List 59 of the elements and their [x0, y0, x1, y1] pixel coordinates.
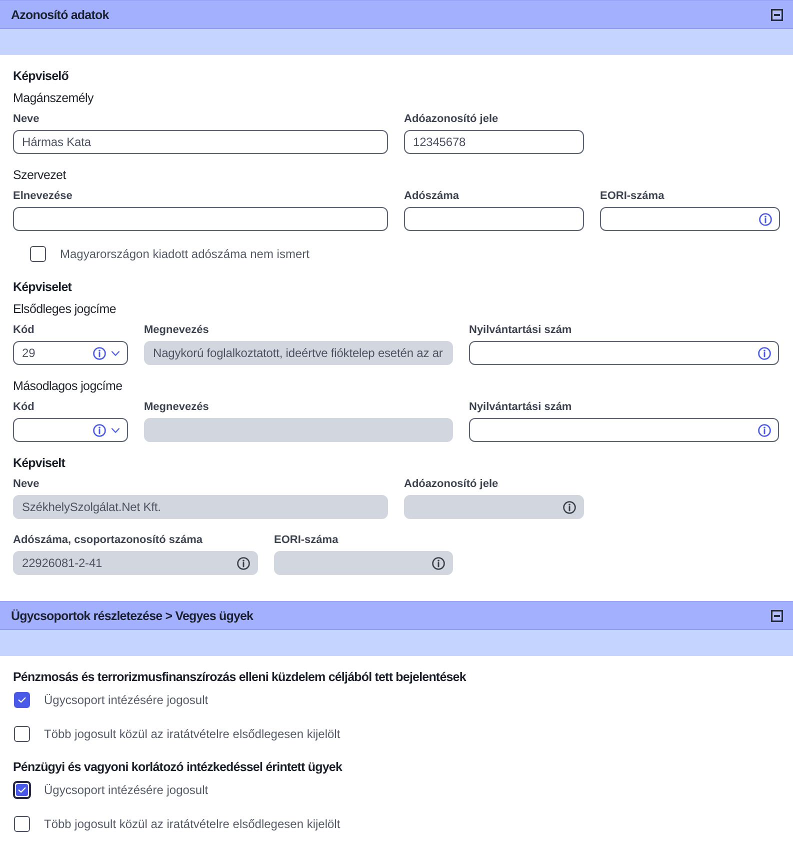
- section-title: Azonosító adatok: [11, 6, 109, 22]
- field-label: Megnevezés: [144, 400, 209, 414]
- subgroup-heading: Szervezet: [13, 167, 66, 183]
- field-label: Megnevezés: [144, 323, 209, 337]
- chevron-down-icon[interactable]: [111, 350, 120, 356]
- info-icon: [563, 500, 576, 514]
- dropdown-field[interactable]: [13, 418, 128, 442]
- info-icon: [237, 556, 250, 570]
- field-label: Neve: [13, 477, 40, 491]
- field-label: EORI-száma: [274, 533, 338, 547]
- field-label: EORI-száma: [600, 189, 664, 203]
- check-icon: [18, 787, 26, 793]
- checkbox[interactable]: [30, 246, 46, 262]
- field-label: Elnevezése: [13, 189, 72, 203]
- minus-box-icon[interactable]: [771, 8, 783, 20]
- text-field[interactable]: [600, 207, 780, 231]
- field-label: Adóazonosító jele: [404, 112, 498, 126]
- checkbox-label: Ügycsoport intézésére jogosult: [44, 782, 208, 798]
- text-field[interactable]: [469, 418, 779, 442]
- subgroup-heading: Elsődleges jogcíme: [13, 301, 116, 317]
- field-label: Adószáma, csoportazonosító száma: [13, 533, 202, 547]
- text-field[interactable]: Hármas Kata: [13, 130, 388, 154]
- text-field[interactable]: [469, 341, 779, 365]
- field-label: Kód: [13, 323, 34, 337]
- checkbox-label: Több jogosult közül az iratátvételre elsődlegesen kijelölt: [44, 816, 340, 832]
- checkbox-label: Ügycsoport intézésére jogosult: [44, 692, 208, 708]
- group-heading: Pénzügyi és vagyoni korlátozó intézkedéssel érintett ügyek: [13, 759, 342, 775]
- field-label: Adóazonosító jele: [404, 477, 498, 491]
- field-label: Kód: [13, 400, 34, 414]
- info-icon: [758, 424, 771, 436]
- checkbox[interactable]: [14, 726, 30, 742]
- text-field[interactable]: 12345678: [404, 130, 584, 154]
- checkbox-label: Több jogosult közül az iratátvételre elsődlegesen kijelölt: [44, 726, 340, 742]
- group-heading: Képviselő: [13, 68, 68, 84]
- checkbox[interactable]: [16, 784, 28, 796]
- minus-box-icon[interactable]: [771, 610, 783, 622]
- section-title: Ügycsoportok részletezése > Vegyes ügyek: [11, 608, 254, 624]
- info-icon: [93, 346, 106, 360]
- field-label: Adószáma: [404, 189, 460, 203]
- group-heading: Képviselt: [13, 455, 65, 471]
- subgroup-heading: Magánszemély: [13, 90, 94, 106]
- info-icon: [432, 556, 445, 570]
- field-label: Nyilvántartási szám: [469, 400, 572, 414]
- info-icon: [93, 424, 106, 436]
- checkbox-label: Magyarországon kiadott adószáma nem ismert: [60, 246, 310, 262]
- group-heading: Pénzmosás és terrorizmusfinanszírozás elleni küzdelem céljából tett bejelentések: [13, 669, 466, 685]
- text-field[interactable]: [13, 207, 388, 231]
- text-field[interactable]: [404, 207, 584, 231]
- field-label: Nyilvántartási szám: [469, 323, 572, 337]
- chevron-down-icon[interactable]: [111, 428, 120, 432]
- field-label: Neve: [13, 112, 40, 126]
- dropdown-field[interactable]: 29: [13, 341, 128, 365]
- checkbox[interactable]: [14, 692, 30, 708]
- check-icon: [18, 697, 26, 703]
- subgroup-heading: Másodlagos jogcíme: [13, 378, 122, 394]
- info-icon: [759, 212, 772, 226]
- checkbox[interactable]: [14, 816, 30, 832]
- info-icon: [758, 346, 771, 360]
- group-heading: Képviselet: [13, 279, 72, 295]
